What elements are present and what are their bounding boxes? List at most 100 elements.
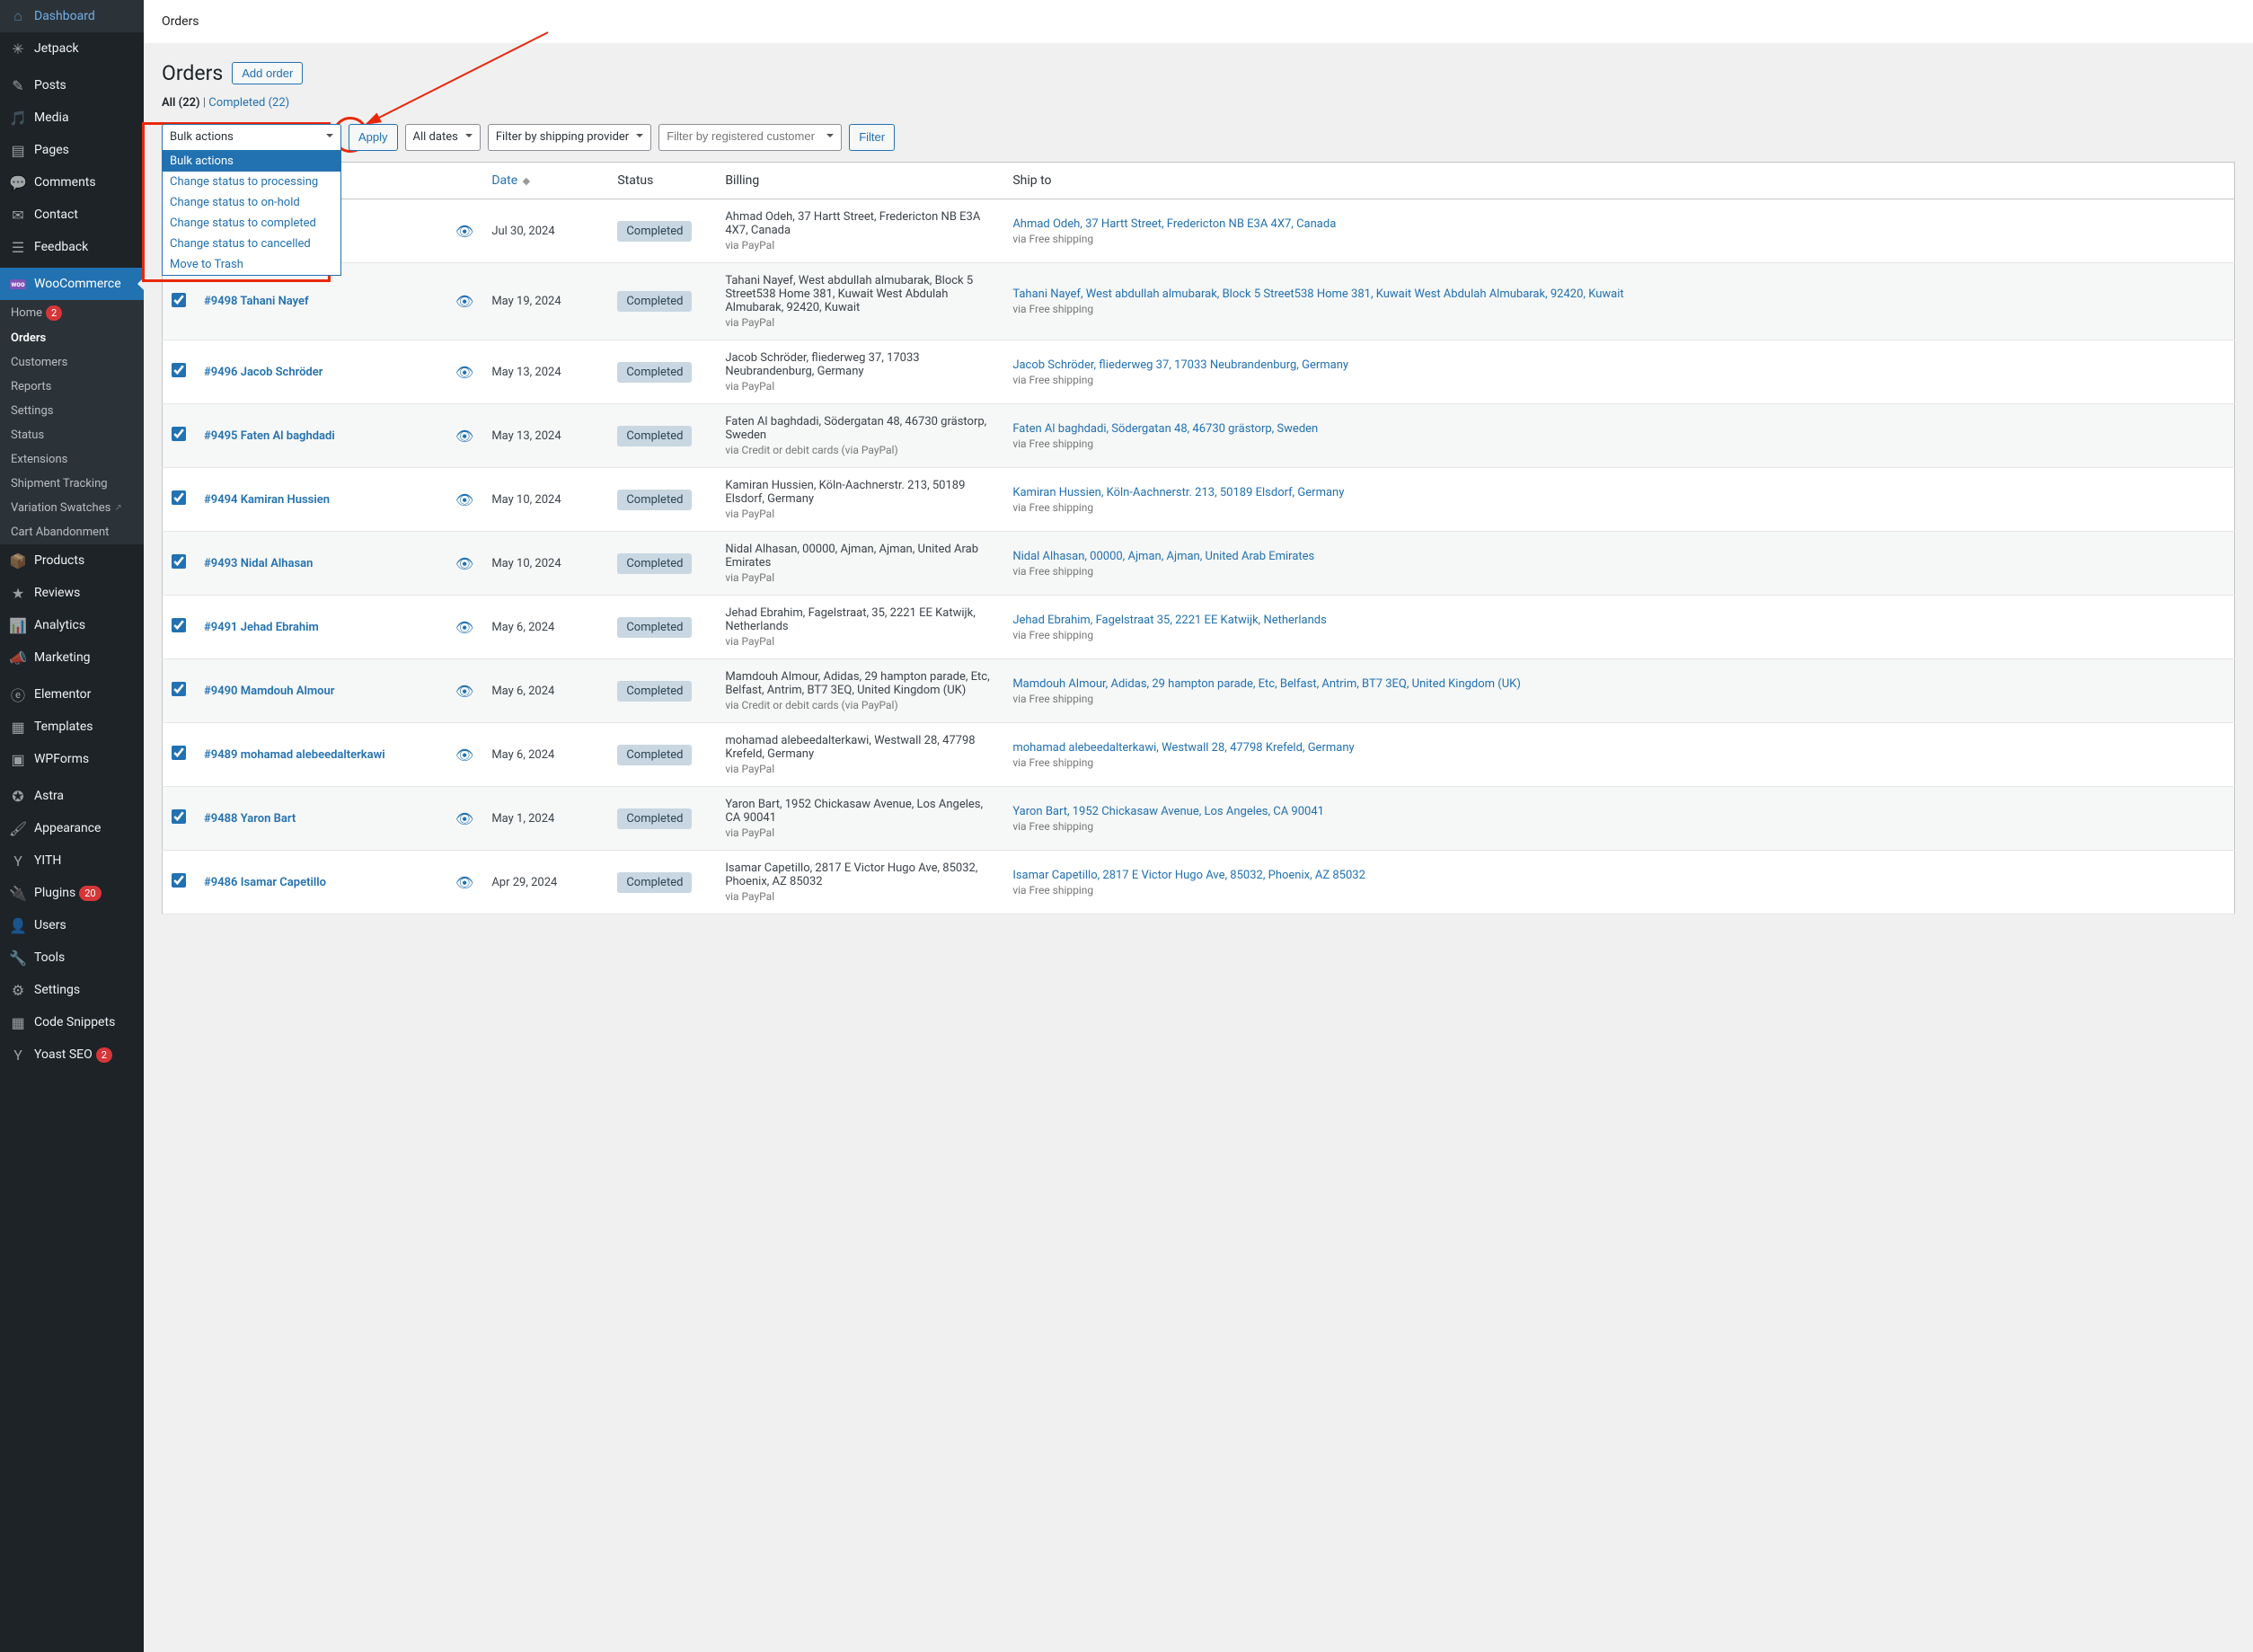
filter-button[interactable]: Filter <box>849 124 895 151</box>
order-link[interactable]: #9486 Isamar Capetillo <box>204 876 326 889</box>
row-checkbox[interactable] <box>172 873 186 888</box>
submenu-reports[interactable]: Reports <box>0 375 144 399</box>
date-filter[interactable]: All dates <box>405 124 481 151</box>
bulk-option[interactable]: Move to Trash <box>163 254 340 275</box>
bulk-option[interactable]: Change status to on-hold <box>163 192 340 213</box>
ship-address-link[interactable]: Kamiran Hussien, Köln-Aachnerstr. 213, 5… <box>1012 486 2225 499</box>
order-link[interactable]: #9494 Kamiran Hussien <box>204 493 330 507</box>
apply-button[interactable]: Apply <box>349 124 398 151</box>
bulk-option[interactable]: Change status to completed <box>163 213 340 234</box>
table-row[interactable]: #9488 Yaron Bart👁May 1, 2024CompletedYar… <box>163 787 2235 851</box>
table-row[interactable]: #9486 Isamar Capetillo👁Apr 29, 2024Compl… <box>163 851 2235 914</box>
ship-address-link[interactable]: Tahani Nayef, West abdullah almubarak, B… <box>1012 287 2225 301</box>
preview-icon[interactable]: 👁 <box>455 619 473 636</box>
ship-address-link[interactable]: Mamdouh Almour, Adidas, 29 hampton parad… <box>1012 677 2225 691</box>
submenu-variation-swatches[interactable]: Variation Swatches↗ <box>0 496 144 520</box>
row-checkbox[interactable] <box>172 618 186 632</box>
preview-icon[interactable]: 👁 <box>455 874 473 891</box>
sidebar-item-templates[interactable]: ▦Templates <box>0 711 144 743</box>
ship-address-link[interactable]: mohamad alebeedalterkawi, Westwall 28, 4… <box>1012 741 2225 755</box>
ship-address-link[interactable]: Isamar Capetillo, 2817 E Victor Hugo Ave… <box>1012 869 2225 882</box>
view-completed[interactable]: Completed (22) <box>208 96 289 110</box>
ship-address-link[interactable]: Jehad Ebrahim, Fagelstraat 35, 2221 EE K… <box>1012 614 2225 627</box>
table-row[interactable]: #9493 Nidal Alhasan👁May 10, 2024Complete… <box>163 532 2235 596</box>
ship-address-link[interactable]: Jacob Schröder, fliederweg 37, 17033 Neu… <box>1012 358 2225 372</box>
table-row[interactable]: #9498 Tahani Nayef👁May 19, 2024Completed… <box>163 263 2235 340</box>
submenu-status[interactable]: Status <box>0 423 144 447</box>
row-checkbox[interactable] <box>172 363 186 377</box>
shipping-provider-filter[interactable]: Filter by shipping provider <box>488 124 651 151</box>
sidebar-item-products[interactable]: 📦Products <box>0 544 144 577</box>
sidebar-item-code-snippets[interactable]: ▦Code Snippets <box>0 1006 144 1038</box>
order-link[interactable]: #9493 Nidal Alhasan <box>204 557 313 570</box>
table-row[interactable]: #9491 Jehad Ebrahim👁May 6, 2024Completed… <box>163 596 2235 659</box>
bulk-option[interactable]: Bulk actions <box>163 151 340 172</box>
order-link[interactable]: #9498 Tahani Nayef <box>204 295 309 308</box>
sidebar-item-dashboard[interactable]: ⌂Dashboard <box>0 0 144 32</box>
submenu-customers[interactable]: Customers <box>0 350 144 375</box>
sidebar-item-wpforms[interactable]: ▣WPForms <box>0 743 144 775</box>
submenu-home[interactable]: Home2 <box>0 300 144 326</box>
table-row[interactable]: #9500 Ahmad Odeh👁Jul 30, 2024CompletedAh… <box>163 199 2235 263</box>
row-checkbox[interactable] <box>172 746 186 760</box>
col-date[interactable]: Date ◆ <box>482 163 608 199</box>
add-order-button[interactable]: Add order <box>232 62 303 84</box>
sidebar-item-yoast-seo[interactable]: YYoast SEO2 <box>0 1038 144 1071</box>
sidebar-item-yith[interactable]: YYITH <box>0 844 144 877</box>
order-link[interactable]: #9489 mohamad alebeedalterkawi <box>204 748 385 762</box>
sidebar-item-jetpack[interactable]: ✳Jetpack <box>0 32 144 65</box>
order-link[interactable]: #9488 Yaron Bart <box>204 812 296 826</box>
row-checkbox[interactable] <box>172 809 186 824</box>
table-row[interactable]: #9494 Kamiran Hussien👁May 10, 2024Comple… <box>163 468 2235 532</box>
order-link[interactable]: #9495 Faten Al baghdadi <box>204 429 335 443</box>
order-link[interactable]: #9490 Mamdouh Almour <box>204 685 334 698</box>
preview-icon[interactable]: 👁 <box>455 428 473 445</box>
bulk-option[interactable]: Change status to cancelled <box>163 234 340 254</box>
bulk-option[interactable]: Change status to processing <box>163 172 340 192</box>
bulk-actions-select[interactable]: Bulk actions Bulk actionsChange status t… <box>162 124 341 151</box>
preview-icon[interactable]: 👁 <box>455 683 473 700</box>
preview-icon[interactable]: 👁 <box>455 223 473 240</box>
ship-address-link[interactable]: Ahmad Odeh, 37 Hartt Street, Fredericton… <box>1012 217 2225 231</box>
sidebar-item-settings[interactable]: ⚙Settings <box>0 974 144 1006</box>
ship-address-link[interactable]: Nidal Alhasan, 00000, Ajman, Ajman, Unit… <box>1012 550 2225 563</box>
sidebar-item-astra[interactable]: ✪Astra <box>0 780 144 812</box>
sidebar-item-contact[interactable]: ✉Contact <box>0 199 144 231</box>
customer-filter[interactable] <box>658 124 842 151</box>
sidebar-item-woocommerce[interactable]: wooWooCommerce <box>0 268 144 300</box>
order-link[interactable]: #9491 Jehad Ebrahim <box>204 621 319 634</box>
sidebar-item-analytics[interactable]: 📊Analytics <box>0 609 144 641</box>
sidebar-item-comments[interactable]: 💬Comments <box>0 166 144 199</box>
table-row[interactable]: #9496 Jacob Schröder👁May 13, 2024Complet… <box>163 340 2235 404</box>
row-checkbox[interactable] <box>172 682 186 696</box>
row-checkbox[interactable] <box>172 490 186 505</box>
sidebar-item-marketing[interactable]: 📣Marketing <box>0 641 144 674</box>
submenu-settings[interactable]: Settings <box>0 399 144 423</box>
order-link[interactable]: #9496 Jacob Schröder <box>204 366 322 379</box>
row-checkbox[interactable] <box>172 427 186 441</box>
preview-icon[interactable]: 👁 <box>455 491 473 508</box>
sidebar-item-tools[interactable]: 🔧Tools <box>0 941 144 974</box>
submenu-extensions[interactable]: Extensions <box>0 447 144 472</box>
sidebar-item-plugins[interactable]: 🔌Plugins20 <box>0 877 144 909</box>
table-row[interactable]: #9495 Faten Al baghdadi👁May 13, 2024Comp… <box>163 404 2235 468</box>
view-all[interactable]: All (22) <box>162 96 200 110</box>
submenu-cart-abandonment[interactable]: Cart Abandonment <box>0 520 144 544</box>
sidebar-item-users[interactable]: 👤Users <box>0 909 144 941</box>
table-row[interactable]: #9490 Mamdouh Almour👁May 6, 2024Complete… <box>163 659 2235 723</box>
sidebar-item-media[interactable]: 🎵Media <box>0 102 144 134</box>
row-checkbox[interactable] <box>172 293 186 307</box>
submenu-shipment-tracking[interactable]: Shipment Tracking <box>0 472 144 496</box>
sidebar-item-reviews[interactable]: ★Reviews <box>0 577 144 609</box>
row-checkbox[interactable] <box>172 554 186 569</box>
preview-icon[interactable]: 👁 <box>455 746 473 764</box>
sidebar-item-posts[interactable]: ✎Posts <box>0 69 144 102</box>
submenu-orders[interactable]: Orders <box>0 326 144 350</box>
preview-icon[interactable]: 👁 <box>455 555 473 572</box>
ship-address-link[interactable]: Faten Al baghdadi, Södergatan 48, 46730 … <box>1012 422 2225 436</box>
preview-icon[interactable]: 👁 <box>455 810 473 827</box>
customer-filter-input[interactable] <box>667 129 819 143</box>
preview-icon[interactable]: 👁 <box>455 293 473 310</box>
sidebar-item-feedback[interactable]: ☰Feedback <box>0 231 144 263</box>
sidebar-item-appearance[interactable]: 🖌Appearance <box>0 812 144 844</box>
